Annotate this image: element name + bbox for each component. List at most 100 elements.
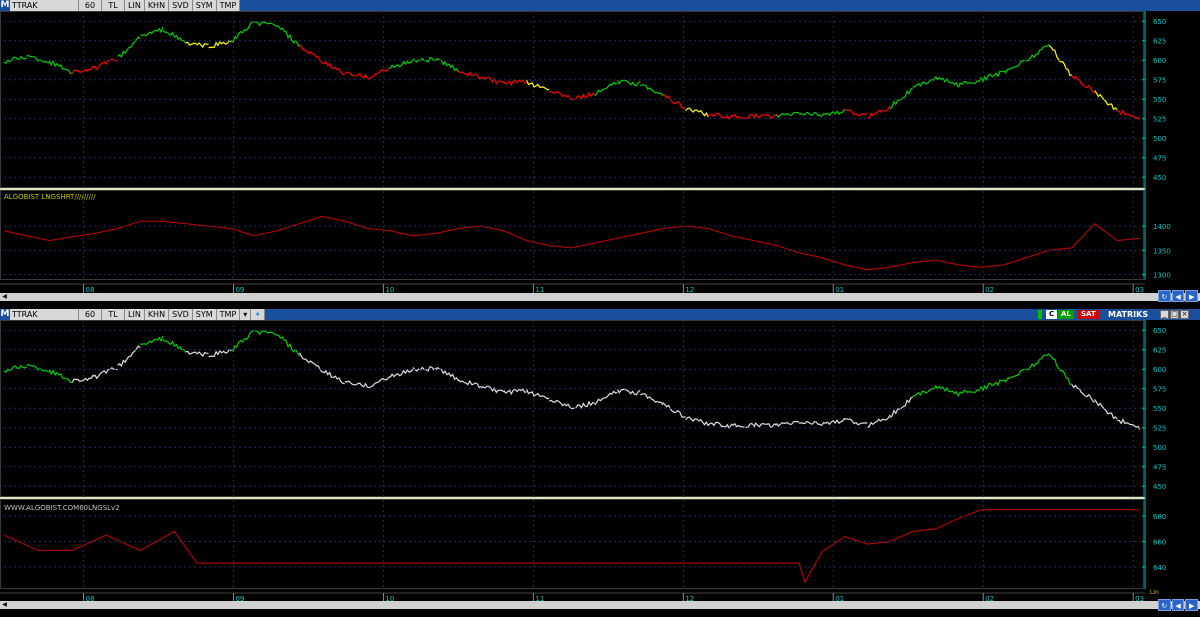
bottom-scrollbar[interactable]: ◀ bbox=[0, 601, 1200, 609]
buy-badge[interactable]: AL bbox=[1058, 310, 1074, 319]
bot-price-segment bbox=[776, 420, 800, 427]
twitter-bird-icon[interactable]: ✦ bbox=[251, 309, 265, 320]
period-button[interactable]: 60 bbox=[79, 309, 102, 320]
top-price-segment bbox=[889, 87, 914, 110]
green-status-icon bbox=[1038, 310, 1042, 319]
close-icon[interactable]: × bbox=[1180, 310, 1189, 319]
bot-price-segment bbox=[230, 330, 254, 353]
top-grid bbox=[0, 11, 1146, 280]
bottom-nav-buttons: ↻ ◀ ▶ bbox=[1158, 599, 1199, 611]
bot-price-segment bbox=[753, 422, 777, 429]
minimize-icon[interactable]: _ bbox=[1160, 310, 1169, 319]
currency-button[interactable]: TL bbox=[102, 309, 125, 320]
bot-price-y-tick-label: 550 bbox=[1153, 405, 1166, 413]
top-price-segment bbox=[526, 79, 550, 91]
top-price-y-tick-label: 475 bbox=[1153, 155, 1166, 163]
bot-price-segment bbox=[457, 379, 482, 389]
nav-left-icon[interactable]: ◀ bbox=[1171, 599, 1185, 611]
lin-button[interactable]: LIN bbox=[125, 0, 145, 11]
khn-button[interactable]: KHN bbox=[144, 0, 170, 11]
bot-price-segment bbox=[389, 368, 414, 378]
top-price-segment bbox=[1026, 44, 1050, 62]
bot-price-y-tick-label: 475 bbox=[1153, 464, 1166, 472]
bot-price-y-tick-label: 500 bbox=[1153, 444, 1166, 452]
tmp-button[interactable]: TMP bbox=[216, 309, 241, 320]
top-titlebar: M TTRAK 60 TL LIN KHN SVD SYM TMP bbox=[0, 0, 1200, 11]
currency-button[interactable]: TL bbox=[102, 0, 125, 11]
maximize-icon[interactable]: □ bbox=[1170, 310, 1179, 319]
bot-price-segment bbox=[367, 376, 391, 389]
bot-price-segment bbox=[662, 402, 686, 418]
refresh-icon[interactable]: ↻ bbox=[1158, 290, 1171, 302]
period-button[interactable]: 60 bbox=[79, 0, 102, 11]
bot-price-segment bbox=[1003, 368, 1027, 383]
bottom-axes: 65062560057555052550047545068066064008 09… bbox=[0, 327, 1166, 602]
tmp-button[interactable]: TMP bbox=[216, 0, 241, 11]
sym-button[interactable]: SYM bbox=[192, 309, 217, 320]
top-price-segment bbox=[26, 54, 50, 64]
top-price-y-tick-label: 450 bbox=[1153, 174, 1166, 182]
symbol-field[interactable]: TTRAK bbox=[10, 309, 79, 320]
bot-price-segment bbox=[117, 345, 141, 368]
top-price-y-tick-label: 525 bbox=[1153, 116, 1166, 124]
top-price-segment bbox=[321, 60, 345, 76]
top-price-segment bbox=[662, 93, 686, 109]
menu-m-button[interactable]: M bbox=[0, 309, 10, 320]
top-indicator-label: ALGOBIST LNGSHRT///////// bbox=[4, 193, 96, 201]
bot-price-segment bbox=[48, 369, 73, 384]
top-price-segment bbox=[707, 112, 732, 121]
top-price-y-tick-label: 600 bbox=[1153, 57, 1166, 65]
bot-price-segment bbox=[208, 348, 232, 358]
bot-price-y-tick-label: 650 bbox=[1153, 327, 1166, 335]
top-price-segment bbox=[776, 111, 800, 118]
sell-badge[interactable]: SAT bbox=[1078, 310, 1099, 319]
x-tick-label: 02 bbox=[985, 286, 994, 293]
top-price-segment bbox=[844, 109, 868, 117]
svd-button[interactable]: SVD bbox=[169, 0, 193, 11]
symbol-field[interactable]: TTRAK bbox=[10, 0, 79, 11]
top-scrollbar[interactable]: ◀ bbox=[0, 293, 1200, 301]
c-badge[interactable]: C bbox=[1046, 310, 1058, 319]
top-price-y-tick-label: 625 bbox=[1153, 38, 1166, 46]
bot-price-y-tick-label: 450 bbox=[1153, 483, 1166, 491]
bottom-indicator-line bbox=[3, 509, 1140, 584]
top-price-segment bbox=[457, 70, 482, 80]
top-price-segment bbox=[753, 113, 777, 120]
top-chart-window: M TTRAK 60 TL LIN KHN SVD SYM TMP 650 625… bbox=[0, 0, 1200, 302]
bottom-price-series bbox=[3, 329, 1141, 430]
top-price-segment bbox=[389, 59, 414, 69]
top-chart-canvas: 650 625 600 575 550 525 500 475 450 1400 1350 1300 0… bbox=[0, 11, 1171, 293]
top-price-segment bbox=[253, 20, 277, 28]
khn-button[interactable]: KHN bbox=[144, 309, 170, 320]
top-price-segment bbox=[276, 25, 300, 48]
bot-price-segment bbox=[730, 422, 755, 428]
top-price-y-tick-label: 550 bbox=[1153, 96, 1166, 104]
bot-price-segment bbox=[253, 329, 277, 337]
scroll-left-icon[interactable]: ◀ bbox=[0, 293, 9, 301]
top-price-segment bbox=[594, 81, 618, 97]
top-price-segment bbox=[934, 75, 959, 88]
top-axes: 650 625 600 575 550 525 500 475 450 1400 1350 1300 0… bbox=[0, 18, 1171, 293]
top-indicator-series bbox=[3, 215, 1141, 271]
sym-button[interactable]: SYM bbox=[192, 0, 217, 11]
top-price-y-tick-label: 500 bbox=[1153, 135, 1166, 143]
scroll-left-icon[interactable]: ◀ bbox=[0, 601, 9, 609]
dropdown-chevron-icon[interactable]: ▾ bbox=[240, 309, 252, 320]
refresh-icon[interactable]: ↻ bbox=[1158, 599, 1171, 611]
nav-left-icon[interactable]: ◀ bbox=[1171, 290, 1185, 302]
top-price-segment bbox=[867, 105, 891, 120]
nav-right-icon[interactable]: ▶ bbox=[1185, 290, 1199, 302]
bot-price-segment bbox=[707, 421, 732, 430]
top-price-segment bbox=[117, 36, 141, 59]
top-price-segment bbox=[957, 77, 982, 88]
menu-m-button[interactable]: M bbox=[0, 0, 10, 11]
nav-right-icon[interactable]: ▶ bbox=[1185, 599, 1199, 611]
top-price-segment bbox=[730, 113, 755, 119]
bot-price-segment bbox=[844, 418, 868, 426]
scale-mode-label[interactable]: Lin bbox=[1150, 589, 1159, 596]
bot-price-y-tick-label: 525 bbox=[1153, 425, 1166, 433]
x-tick-label: 11 bbox=[535, 286, 544, 293]
bot-price-segment bbox=[934, 384, 959, 397]
svd-button[interactable]: SVD bbox=[169, 309, 193, 320]
lin-button[interactable]: LIN bbox=[125, 309, 145, 320]
